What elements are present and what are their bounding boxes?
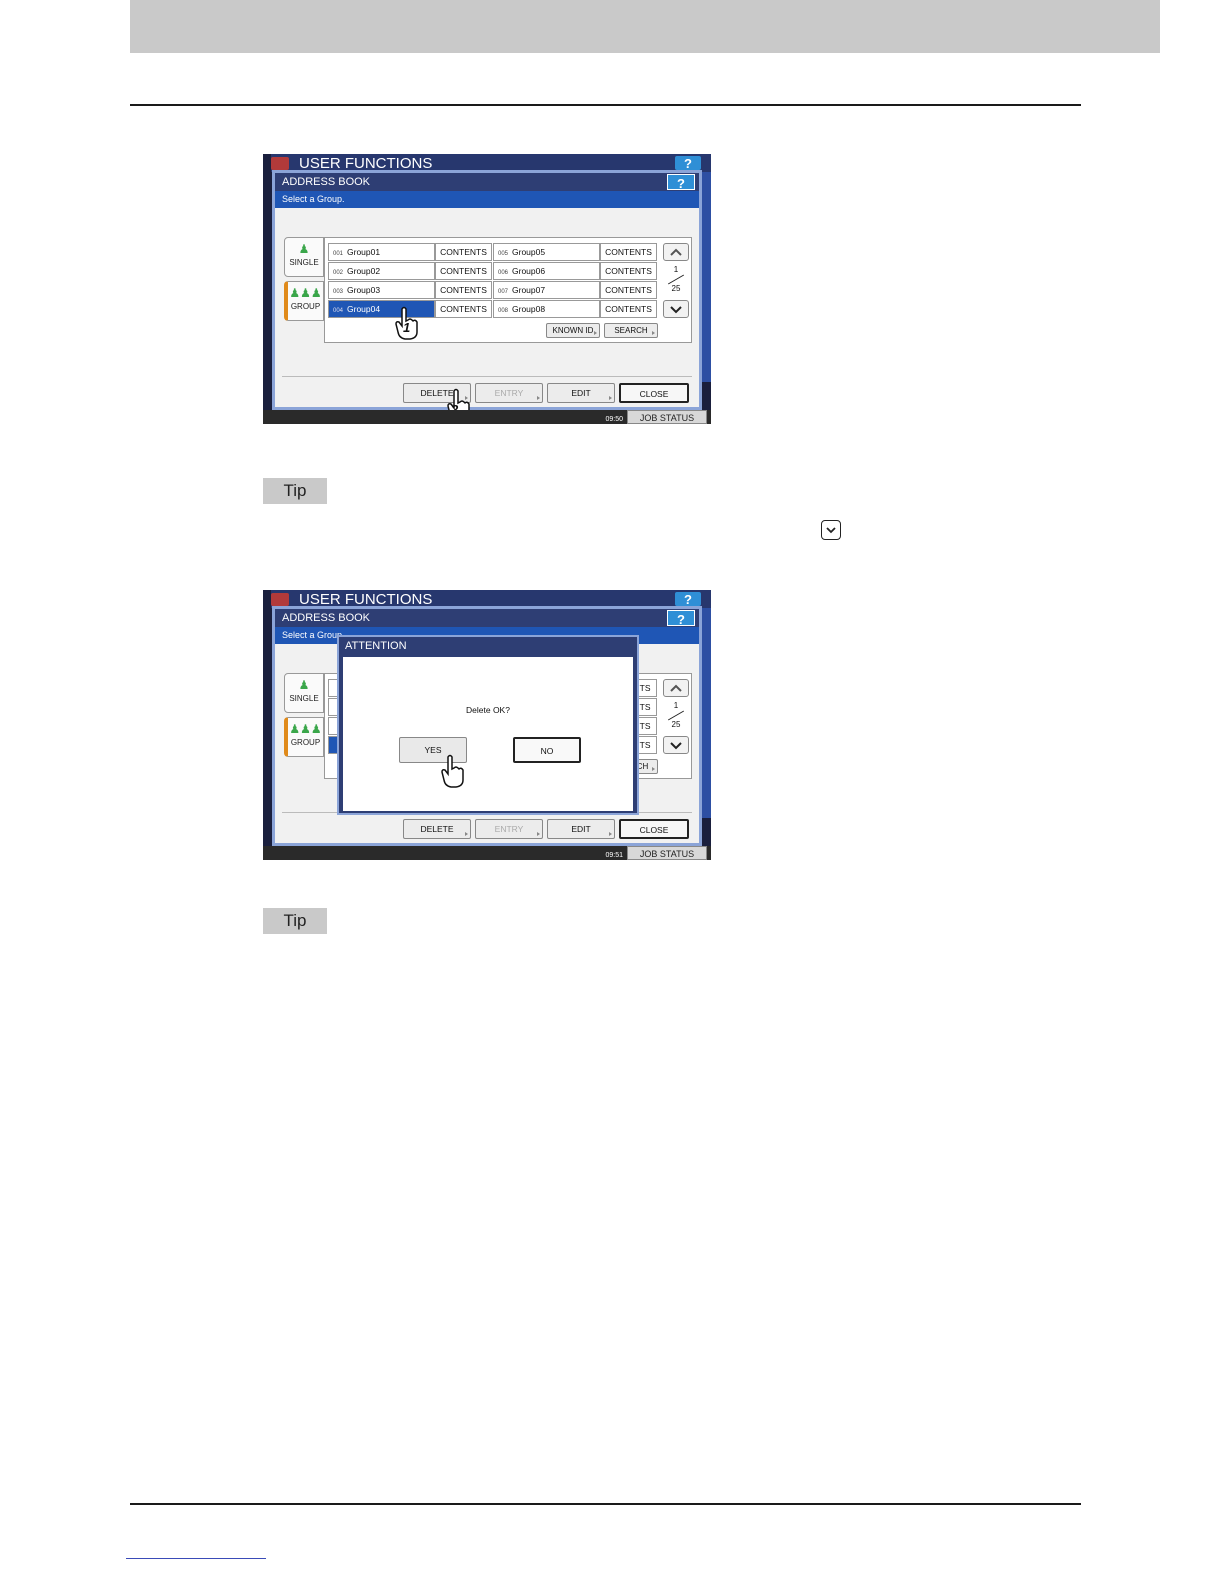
page-total: 25 bbox=[671, 720, 681, 729]
contents-button[interactable]: CONTENTS bbox=[600, 300, 657, 318]
background-panel-edge bbox=[701, 172, 711, 382]
attention-title: ATTENTION bbox=[345, 640, 407, 652]
group-row-005[interactable]: 005 Group05 bbox=[493, 243, 600, 261]
chevron-down-icon bbox=[670, 741, 682, 749]
group-row-007[interactable]: 007 Group07 bbox=[493, 281, 600, 299]
known-id-button[interactable]: KNOWN ID bbox=[546, 323, 600, 338]
background-panel-edge bbox=[701, 608, 711, 818]
dialog-help-icon[interactable]: ? bbox=[667, 610, 695, 627]
search-button[interactable]: SEARCH bbox=[604, 323, 658, 338]
group-row-003[interactable]: 003 Group03 bbox=[328, 281, 435, 299]
entry-button[interactable]: ENTRY bbox=[475, 383, 543, 403]
page-total: 25 bbox=[671, 284, 681, 293]
tip-label: Tip bbox=[263, 478, 327, 504]
contents-button[interactable]: CONTENTS bbox=[435, 300, 492, 318]
job-status-button[interactable]: JOB STATUS bbox=[627, 410, 707, 424]
chevron-down-icon bbox=[826, 527, 836, 534]
contents-button[interactable]: CONTENTS bbox=[600, 281, 657, 299]
tab-single[interactable]: ♟ SINGLE bbox=[284, 237, 324, 277]
contents-button[interactable]: CONTENTS bbox=[435, 281, 492, 299]
chevron-up-icon bbox=[670, 248, 682, 256]
dialog-title: ADDRESS BOOK bbox=[275, 609, 699, 627]
dialog-title: ADDRESS BOOK bbox=[275, 173, 699, 191]
mfp-logo-icon bbox=[271, 593, 289, 606]
group-icon: ♟♟♟ bbox=[289, 722, 322, 736]
page-down-button[interactable] bbox=[663, 300, 689, 318]
page-down-button[interactable] bbox=[663, 736, 689, 754]
contents-button[interactable]: CONTENTS bbox=[435, 262, 492, 280]
address-book-screenshot-1: USER FUNCTIONS ? ADDRESS BOOK ? Select a… bbox=[263, 154, 711, 424]
no-button[interactable]: NO bbox=[513, 737, 581, 763]
dialog-help-icon[interactable]: ? bbox=[667, 174, 695, 191]
page-up-button[interactable] bbox=[663, 679, 689, 697]
instruction-text: Select a Group. bbox=[275, 191, 699, 208]
divider bbox=[282, 376, 692, 377]
page-current: 1 bbox=[673, 265, 679, 274]
bottom-rule bbox=[130, 1503, 1081, 1505]
attention-dialog: ATTENTION Delete OK? YES NO bbox=[337, 635, 639, 815]
close-button[interactable]: CLOSE bbox=[619, 383, 689, 403]
chevron-up-icon bbox=[670, 684, 682, 692]
clock-time: 09:51 bbox=[605, 852, 623, 859]
hand-pointer-icon bbox=[441, 754, 464, 788]
close-button[interactable]: CLOSE bbox=[619, 819, 689, 839]
inline-chevron-down-icon bbox=[821, 520, 841, 540]
step-number-1: 1 bbox=[403, 320, 411, 335]
tab-single[interactable]: ♟ SINGLE bbox=[284, 673, 324, 713]
edit-button[interactable]: EDIT bbox=[547, 383, 615, 403]
footer-link-underline[interactable] bbox=[126, 1558, 266, 1559]
help-icon[interactable]: ? bbox=[675, 592, 701, 607]
group-row-008[interactable]: 008 Group08 bbox=[493, 300, 600, 318]
tab-group[interactable]: ♟♟♟ GROUP bbox=[284, 281, 324, 321]
edit-button[interactable]: EDIT bbox=[547, 819, 615, 839]
clock-time: 09:50 bbox=[605, 416, 623, 423]
tip-label: Tip bbox=[263, 908, 327, 934]
chevron-down-icon bbox=[670, 305, 682, 313]
contents-button[interactable]: CONTENTS bbox=[435, 243, 492, 261]
group-row-001[interactable]: 001 Group01 bbox=[328, 243, 435, 261]
mfp-logo-icon bbox=[271, 157, 289, 170]
person-icon: ♟ bbox=[298, 678, 310, 692]
address-book-dialog: ADDRESS BOOK ? Select a Group. ♟ SINGLE … bbox=[272, 170, 702, 410]
group-row-006[interactable]: 006 Group06 bbox=[493, 262, 600, 280]
group-row-002[interactable]: 002 Group02 bbox=[328, 262, 435, 280]
attention-body: Delete OK? YES NO bbox=[343, 657, 633, 811]
delete-confirm-message: Delete OK? bbox=[466, 705, 510, 715]
group-icon: ♟♟♟ bbox=[289, 286, 322, 300]
person-icon: ♟ bbox=[298, 242, 310, 256]
delete-confirm-screenshot-2: USER FUNCTIONS ? ADDRESS BOOK ? Select a… bbox=[263, 590, 711, 860]
entry-button[interactable]: ENTRY bbox=[475, 819, 543, 839]
header-band bbox=[130, 0, 1160, 53]
delete-button[interactable]: DELETE bbox=[403, 819, 471, 839]
page-current: 1 bbox=[673, 701, 679, 710]
help-icon[interactable]: ? bbox=[675, 156, 701, 171]
tab-group[interactable]: ♟♟♟ GROUP bbox=[284, 717, 324, 757]
contents-button[interactable]: CONTENTS bbox=[600, 243, 657, 261]
job-status-button[interactable]: JOB STATUS bbox=[627, 846, 707, 860]
page-up-button[interactable] bbox=[663, 243, 689, 261]
contents-button[interactable]: CONTENTS bbox=[600, 262, 657, 280]
top-rule bbox=[130, 104, 1081, 106]
